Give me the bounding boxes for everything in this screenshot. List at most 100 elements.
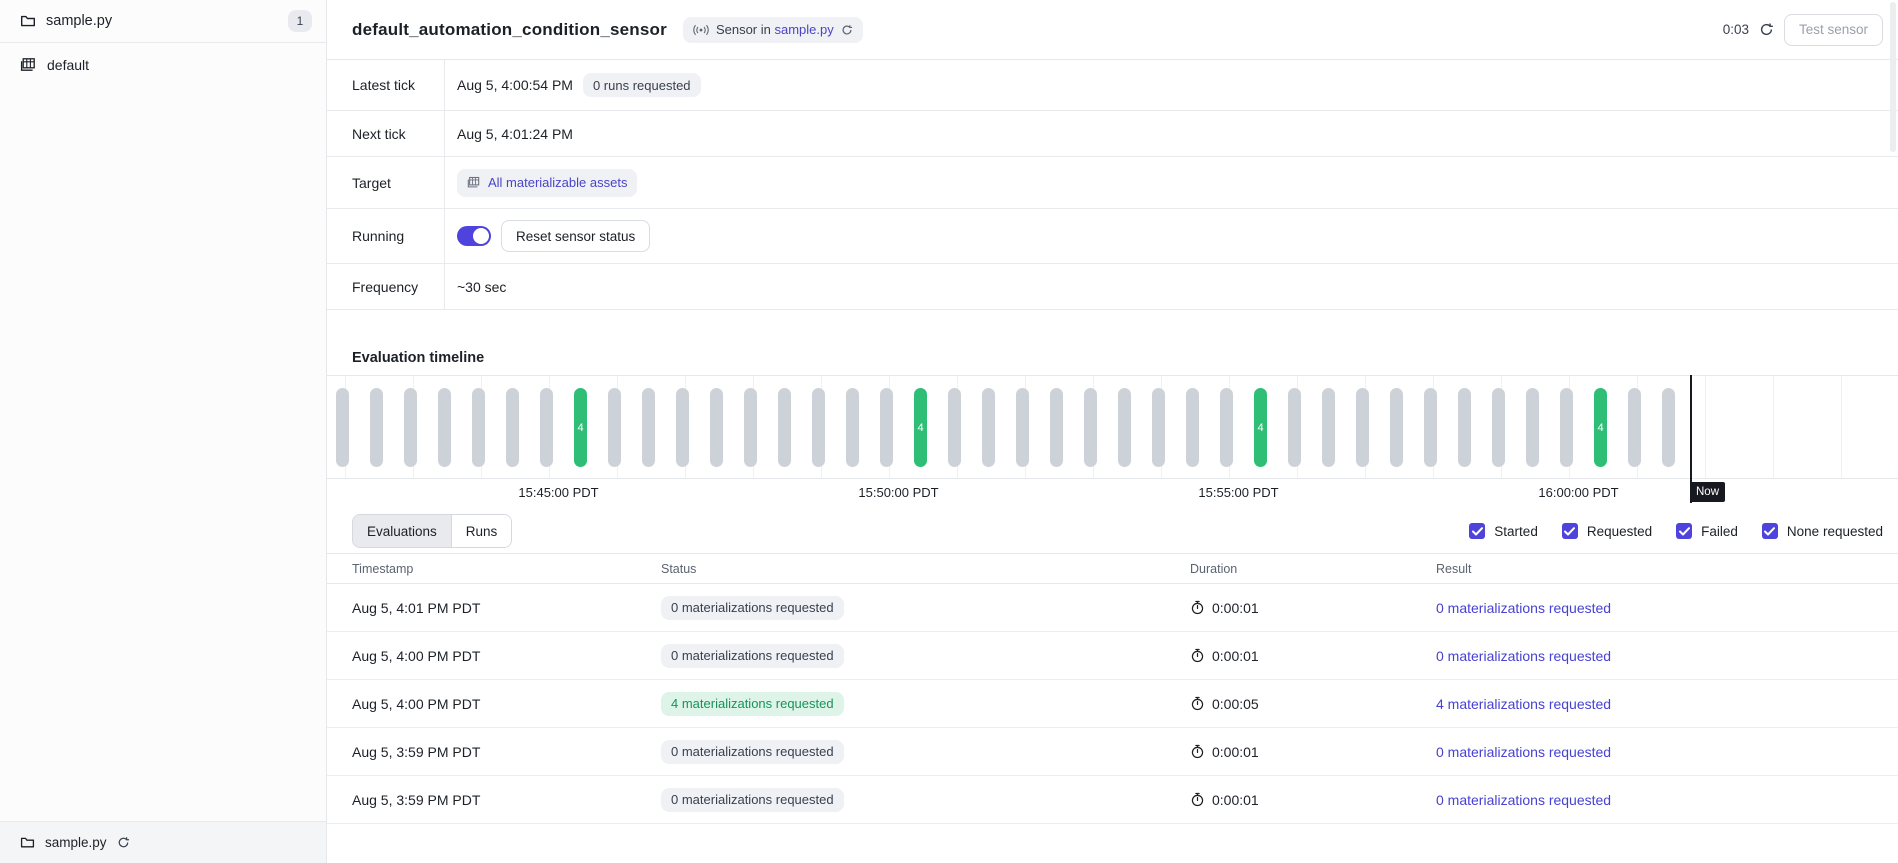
- filter-started[interactable]: Started: [1469, 523, 1538, 539]
- checkbox-icon[interactable]: [1762, 523, 1778, 539]
- reload-icon[interactable]: [117, 836, 130, 849]
- tick-bar-skipped[interactable]: [642, 388, 655, 467]
- checkbox-icon[interactable]: [1676, 523, 1692, 539]
- tick-bar-skipped[interactable]: [880, 388, 893, 467]
- result-link[interactable]: 0 materializations requested: [1436, 648, 1611, 664]
- code-location-count-badge: 1: [288, 10, 312, 32]
- filter-requested[interactable]: Requested: [1562, 523, 1652, 539]
- scrollbar-thumb[interactable]: [1890, 2, 1896, 152]
- detail-row-latest-tick: Latest tick Aug 5, 4:00:54 PM 0 runs req…: [327, 60, 1898, 111]
- status-pill: 0 materializations requested: [661, 644, 844, 668]
- tick-bar-skipped[interactable]: [540, 388, 553, 467]
- sidebar-item-code-location[interactable]: sample.py 1: [0, 0, 326, 43]
- detail-label: Frequency: [327, 264, 445, 309]
- tick-bar-skipped[interactable]: [608, 388, 621, 467]
- target-assets-link[interactable]: All materializable assets: [457, 169, 637, 197]
- tick-bar-skipped[interactable]: [404, 388, 417, 467]
- tick-bar-requested[interactable]: 4: [1254, 388, 1267, 467]
- tick-bar-requested[interactable]: 4: [574, 388, 587, 467]
- tick-bar-skipped[interactable]: [1186, 388, 1199, 467]
- stopwatch-icon: [1190, 648, 1205, 663]
- tick-bar-skipped[interactable]: [1526, 388, 1539, 467]
- filter-label: None requested: [1787, 524, 1883, 539]
- tick-bar-skipped[interactable]: [1628, 388, 1641, 467]
- frequency-value: ~30 sec: [457, 279, 506, 295]
- page-header: default_automation_condition_sensor Sens…: [327, 0, 1898, 60]
- tick-bar-skipped[interactable]: [1084, 388, 1097, 467]
- tick-bar-skipped[interactable]: [1118, 388, 1131, 467]
- result-link[interactable]: 4 materializations requested: [1436, 696, 1611, 712]
- tick-bar-skipped[interactable]: [1492, 388, 1505, 467]
- evaluation-row: Aug 5, 3:59 PM PDT0 materializations req…: [327, 728, 1898, 776]
- tab-evaluations[interactable]: Evaluations: [353, 515, 451, 547]
- refresh-icon[interactable]: [1759, 22, 1774, 37]
- sidebar-footer-code-location[interactable]: sample.py: [0, 821, 326, 863]
- tick-bar-skipped[interactable]: [1016, 388, 1029, 467]
- tick-bar-skipped[interactable]: [710, 388, 723, 467]
- tick-bar-skipped[interactable]: [1322, 388, 1335, 467]
- column-header-duration: Duration: [1174, 562, 1423, 576]
- filter-none-requested[interactable]: None requested: [1762, 523, 1883, 539]
- reload-icon[interactable]: [841, 24, 853, 36]
- tick-bar-skipped[interactable]: [1390, 388, 1403, 467]
- timeline-gridline: [1705, 376, 1706, 478]
- status-filters: Started Requested Failed None requested: [1469, 523, 1883, 539]
- tick-bar-requested[interactable]: 4: [1594, 388, 1607, 467]
- result-link[interactable]: 0 materializations requested: [1436, 792, 1611, 808]
- tick-bar-requested[interactable]: 4: [914, 388, 927, 467]
- sidebar-item-default-group[interactable]: default: [0, 43, 326, 87]
- tick-bar-skipped[interactable]: [1356, 388, 1369, 467]
- tick-bar-skipped[interactable]: [676, 388, 689, 467]
- tick-bar-skipped[interactable]: [1220, 388, 1233, 467]
- sensor-details: Latest tick Aug 5, 4:00:54 PM 0 runs req…: [327, 60, 1898, 310]
- tick-bar-skipped[interactable]: [1560, 388, 1573, 467]
- result-link[interactable]: 0 materializations requested: [1436, 744, 1611, 760]
- stopwatch-icon: [1190, 744, 1205, 759]
- main-panel: default_automation_condition_sensor Sens…: [327, 0, 1898, 863]
- tick-bar-skipped[interactable]: [472, 388, 485, 467]
- tick-bar-skipped[interactable]: [370, 388, 383, 467]
- tick-bar-skipped[interactable]: [1662, 388, 1675, 467]
- code-location-label: sample.py: [46, 13, 112, 29]
- test-sensor-button[interactable]: Test sensor: [1784, 14, 1883, 46]
- column-header-result: Result: [1423, 562, 1898, 576]
- timeline-heading: Evaluation timeline: [352, 350, 484, 366]
- tick-bar-skipped[interactable]: [1050, 388, 1063, 467]
- tick-bar-skipped[interactable]: [1152, 388, 1165, 467]
- tick-bar-skipped[interactable]: [812, 388, 825, 467]
- tick-bar-skipped[interactable]: [438, 388, 451, 467]
- filter-failed[interactable]: Failed: [1676, 523, 1738, 539]
- tick-bar-skipped[interactable]: [948, 388, 961, 467]
- view-tabs: EvaluationsRuns: [352, 514, 512, 548]
- checkbox-icon[interactable]: [1469, 523, 1485, 539]
- refresh-countdown: 0:03: [1723, 22, 1749, 37]
- status-pill: 4 materializations requested: [661, 692, 844, 716]
- tick-bar-skipped[interactable]: [1288, 388, 1301, 467]
- reset-sensor-status-button[interactable]: Reset sensor status: [501, 220, 650, 252]
- tick-bar-skipped[interactable]: [778, 388, 791, 467]
- tick-bar-skipped[interactable]: [336, 388, 349, 467]
- sensor-signal-icon: [693, 24, 709, 36]
- code-location-link[interactable]: sample.py: [774, 22, 833, 37]
- tick-bar-skipped[interactable]: [506, 388, 519, 467]
- detail-label: Next tick: [327, 111, 445, 156]
- tick-bar-skipped[interactable]: [1458, 388, 1471, 467]
- evaluation-timestamp: Aug 5, 3:59 PM PDT: [327, 792, 649, 808]
- detail-row-target: Target All materializable assets: [327, 157, 1898, 209]
- asset-group-icon: [467, 176, 481, 190]
- stopwatch-icon: [1190, 696, 1205, 711]
- filter-label: Started: [1494, 524, 1538, 539]
- running-toggle[interactable]: [457, 226, 491, 246]
- sensor-context-text: Sensor in sample.py: [716, 22, 834, 37]
- result-link[interactable]: 0 materializations requested: [1436, 600, 1611, 616]
- duration-value: 0:00:01: [1212, 744, 1259, 760]
- tick-bar-skipped[interactable]: [1424, 388, 1437, 467]
- timeline-axis-label: 15:45:00 PDT: [518, 485, 598, 500]
- tick-bar-skipped[interactable]: [846, 388, 859, 467]
- tick-bar-skipped[interactable]: [982, 388, 995, 467]
- tick-bar-skipped[interactable]: [744, 388, 757, 467]
- checkbox-icon[interactable]: [1562, 523, 1578, 539]
- tab-runs[interactable]: Runs: [451, 515, 512, 547]
- status-pill: 0 materializations requested: [661, 596, 844, 620]
- evaluation-timeline-section: Evaluation timeline 4444 15:45:00 PDT15:…: [327, 310, 1898, 509]
